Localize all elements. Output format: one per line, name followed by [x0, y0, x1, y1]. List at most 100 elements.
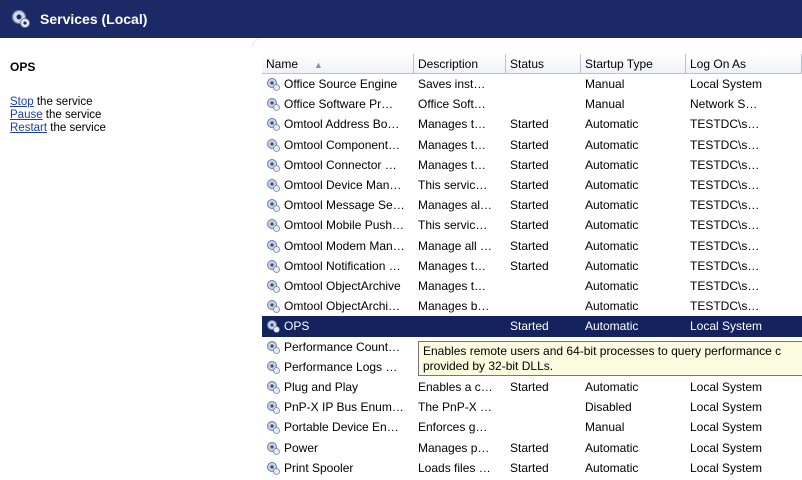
cell-description-text: Manages t…: [418, 117, 487, 132]
cell-status: Started: [506, 215, 581, 235]
table-row[interactable]: PnP-X IP Bus Enum… The PnP-X … Disabled Loc…: [262, 397, 802, 417]
cell-description: This servic…: [414, 175, 506, 195]
cell-name: Performance Count…: [262, 337, 414, 357]
cell-logon: TESTDC\s…: [686, 236, 802, 256]
tooltip-line-2: provided by 32-bit DLLs.: [423, 359, 554, 373]
cell-status: Started: [506, 114, 581, 134]
table-row[interactable]: OPS Started Automatic Local System: [262, 316, 802, 337]
service-gear-icon: [267, 280, 280, 293]
cell-status: [506, 296, 581, 316]
cell-name: Omtool ObjectArchi…: [262, 296, 414, 316]
cell-logon: TESTDC\s…: [686, 175, 802, 195]
column-header-startup-type[interactable]: Startup Type: [581, 54, 686, 74]
column-header-description[interactable]: Description: [414, 54, 506, 74]
table-row[interactable]: Omtool Notification … Manages t… Started Au…: [262, 256, 802, 276]
table-row[interactable]: Omtool Address Bo… Manages t… Started Autom…: [262, 114, 802, 134]
table-row[interactable]: Omtool ObjectArchive Manages t… Automatic T…: [262, 276, 802, 296]
cell-startup-text: Automatic: [585, 319, 639, 334]
cell-description-text: Manages t…: [418, 279, 487, 294]
cell-logon: TESTDC\s…: [686, 215, 802, 235]
cell-logon-text: TESTDC\s…: [690, 258, 760, 273]
cell-status-text: Started: [510, 157, 549, 172]
pause-link[interactable]: Pause: [10, 109, 43, 121]
cell-startup-text: Manual: [585, 420, 625, 435]
cell-startup: Manual: [581, 94, 686, 114]
restart-action: Restart the service: [10, 122, 106, 135]
cell-status-text: Started: [510, 178, 549, 193]
cell-status: Started: [506, 236, 581, 256]
cell-startup-text: Manual: [585, 77, 625, 92]
cell-logon: TESTDC\s…: [686, 276, 802, 296]
service-gear-icon: [267, 219, 280, 233]
cell-logon-text: TESTDC\s…: [690, 117, 760, 132]
cell-logon-text: Local System: [690, 77, 763, 92]
service-gear-icon: [267, 98, 280, 112]
table-row[interactable]: Power Manages p… Started Automatic Local Sys…: [262, 438, 802, 458]
table-row[interactable]: Omtool Modem Man… Manage all … Started Auto…: [262, 236, 802, 256]
cell-status: [506, 276, 581, 296]
column-header-status[interactable]: Status: [506, 54, 581, 74]
cell-status: Started: [506, 377, 581, 397]
stop-link-suffix: the service: [33, 96, 93, 108]
cell-name-text: Omtool Mobile Push…: [284, 218, 405, 233]
cell-name-text: Power: [284, 440, 319, 455]
cell-startup-text: Automatic: [585, 380, 639, 395]
cell-description-text: Manages t…: [418, 157, 487, 172]
cell-status-text: Started: [510, 440, 549, 455]
cell-status-text: Started: [510, 460, 549, 475]
sort-ascending-icon: ▲: [314, 60, 323, 70]
title-bar: Services (Local): [0, 0, 802, 38]
table-row[interactable]: Omtool ObjectArchi… Manages b… Automatic TE…: [262, 296, 802, 316]
cell-description: Manages al…: [414, 195, 506, 215]
cell-status-text: Started: [510, 137, 549, 152]
cell-description-text: Manages b…: [418, 299, 490, 314]
table-row[interactable]: Omtool Device Man… This servic… Started Aut…: [262, 175, 802, 195]
cell-status-text: Started: [510, 117, 549, 132]
cell-logon: TESTDC\s…: [686, 256, 802, 276]
cell-description-text: Manages al…: [418, 198, 493, 213]
cell-status-text: Started: [510, 380, 549, 395]
service-gear-icon: [267, 401, 280, 415]
cell-description-text: Enforces g…: [418, 420, 488, 435]
cell-name-text: Omtool Message Se…: [284, 198, 405, 213]
restart-link[interactable]: Restart: [10, 122, 47, 134]
cell-logon: TESTDC\s…: [686, 195, 802, 215]
service-gear-icon: [267, 118, 280, 132]
table-row[interactable]: Omtool Mobile Push… This servic… Started Au…: [262, 215, 802, 235]
table-row[interactable]: Office Software Pr… Office Soft… Manual Net…: [262, 94, 802, 114]
service-gear-icon: [267, 158, 280, 172]
table-row[interactable]: Portable Device En… Enforces g… Manual Loca…: [262, 417, 802, 437]
column-header-name[interactable]: Name ▲: [262, 54, 414, 74]
cell-description: Saves inst…: [414, 74, 506, 94]
cell-startup-text: Automatic: [585, 258, 639, 273]
cell-startup: Automatic: [581, 377, 686, 397]
table-row[interactable]: Print Spooler Loads files … Started Automat…: [262, 458, 802, 478]
cell-description-text: Manages t…: [418, 137, 487, 152]
table-row[interactable]: Omtool Message Se… Manages al… Started Auto…: [262, 195, 802, 215]
table-row[interactable]: Omtool Connector … Manages t… Started Autom…: [262, 155, 802, 175]
cell-name: Omtool Connector …: [262, 155, 414, 175]
cell-description: Manages t…: [414, 135, 506, 155]
cell-status-text: Started: [510, 198, 549, 213]
column-header-log-on-as[interactable]: Log On As: [686, 54, 802, 74]
cell-name: Omtool Address Bo…: [262, 114, 414, 134]
cell-name: Omtool Notification …: [262, 256, 414, 276]
table-header: Name ▲ Description Status Startup Type Lo…: [262, 54, 802, 74]
cell-description: The PnP-X …: [414, 397, 506, 417]
cell-description: [414, 316, 506, 337]
cell-description-text: Saves inst…: [418, 77, 486, 92]
cell-description: Loads files …: [414, 458, 506, 478]
cell-logon-text: TESTDC\s…: [690, 157, 760, 172]
cell-name: Print Spooler: [262, 458, 414, 478]
table-row[interactable]: Office Source Engine Saves inst… Manual Loc…: [262, 74, 802, 94]
table-row[interactable]: Plug and Play Enables a c… Started Automati…: [262, 377, 802, 397]
stop-link[interactable]: Stop: [10, 96, 34, 108]
window-title: Services (Local): [40, 11, 148, 27]
cell-startup: Automatic: [581, 236, 686, 256]
service-gear-icon: [267, 78, 280, 91]
cell-logon-text: Network S…: [690, 97, 758, 112]
cell-name-text: Office Software Pr…: [284, 97, 394, 112]
cell-startup-text: Automatic: [585, 117, 639, 132]
service-gear-icon: [267, 179, 280, 192]
table-row[interactable]: Omtool Component… Manages t… Started Automa…: [262, 135, 802, 155]
